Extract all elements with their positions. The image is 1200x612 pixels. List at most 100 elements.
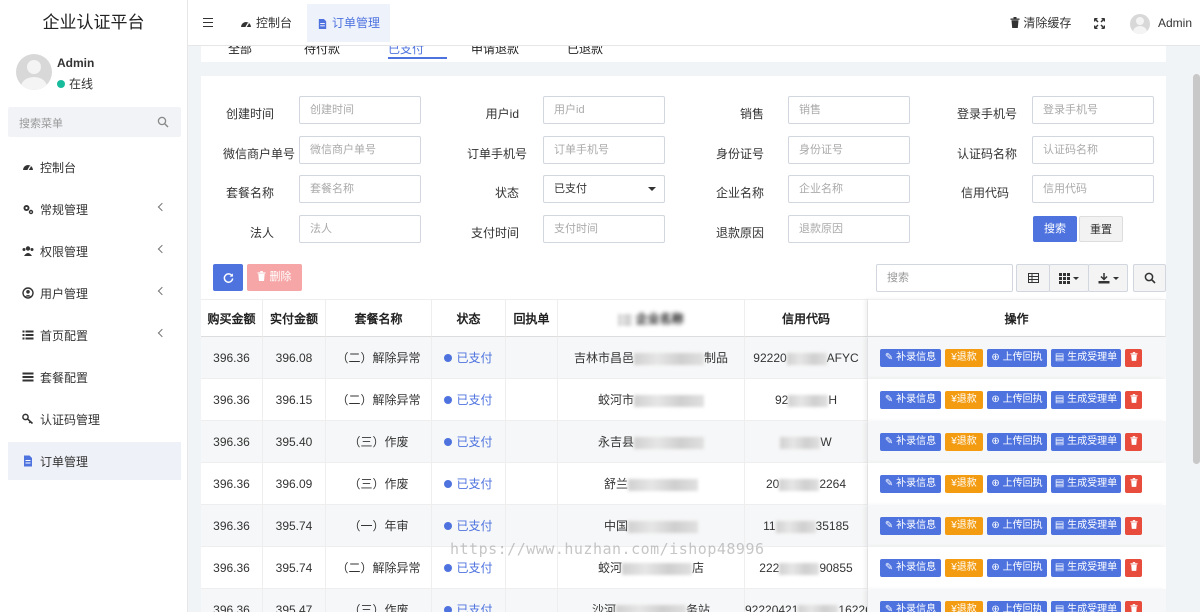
page-scrollbar[interactable] xyxy=(1193,74,1200,464)
refund-button[interactable]: ¥退款 xyxy=(945,559,983,577)
delete-row-button[interactable] xyxy=(1125,559,1142,577)
columns-button[interactable] xyxy=(1049,264,1089,292)
column-header[interactable]: 状态 xyxy=(432,299,506,337)
generate-form-button[interactable]: ▤ 生成受理单 xyxy=(1051,601,1121,612)
subtab-all[interactable]: 全部 xyxy=(228,46,252,57)
credit-code-visible: 20 xyxy=(765,477,780,491)
credit-code-visible: 92220 xyxy=(753,351,787,365)
sidebar-item-package-config[interactable]: 套餐配置 xyxy=(8,358,181,396)
toggle-view-button[interactable] xyxy=(1016,264,1050,292)
sidebar-item-users[interactable]: 用户管理 xyxy=(8,274,181,312)
upload-receipt-button[interactable]: ⊕ 上传回执 xyxy=(987,433,1047,451)
subtab-refunded[interactable]: 已退款 xyxy=(567,46,603,57)
search-button[interactable]: 搜索 xyxy=(1033,216,1077,242)
delete-row-button[interactable] xyxy=(1125,349,1142,367)
wechat-order-input[interactable] xyxy=(299,136,421,164)
trash-icon xyxy=(1010,17,1020,28)
supplement-info-button[interactable]: ✎ 补录信息 xyxy=(880,433,941,451)
company-name-input[interactable] xyxy=(788,175,910,203)
table-row[interactable]: 396.36 396.08 （二）解除异常 已支付 吉林市昌邑 制品 92220 AFYC ✎ … xyxy=(201,337,1166,379)
user-circle-icon xyxy=(22,287,34,299)
package-name-input[interactable] xyxy=(299,175,421,203)
generate-form-button[interactable]: ▤ 生成受理单 xyxy=(1051,517,1121,535)
tab-orders[interactable]: 订单管理 xyxy=(307,4,391,42)
avatar[interactable] xyxy=(1130,14,1150,34)
upload-receipt-button[interactable]: ⊕ 上传回执 xyxy=(987,349,1047,367)
delete-button[interactable]: 删除 xyxy=(247,264,302,291)
refresh-button[interactable] xyxy=(213,264,243,291)
menu-toggle-icon[interactable] xyxy=(203,18,213,27)
generate-form-button[interactable]: ▤ 生成受理单 xyxy=(1051,349,1121,367)
generate-form-button[interactable]: ▤ 生成受理单 xyxy=(1051,475,1121,493)
supplement-info-button[interactable]: ✎ 补录信息 xyxy=(880,475,941,493)
legal-person-input[interactable] xyxy=(299,215,421,243)
column-header[interactable]: 回执单 xyxy=(506,299,558,337)
delete-row-button[interactable] xyxy=(1125,433,1142,451)
column-header[interactable]: 信用代码 xyxy=(745,299,868,337)
sidebar-item-orders[interactable]: 订单管理 xyxy=(8,442,181,480)
sidebar-item-general[interactable]: 常规管理 xyxy=(8,190,181,228)
upload-receipt-button[interactable]: ⊕ 上传回执 xyxy=(987,517,1047,535)
user-id-input[interactable] xyxy=(543,96,665,124)
supplement-info-button[interactable]: ✎ 补录信息 xyxy=(880,349,941,367)
subtab-paid[interactable]: 已支付 xyxy=(388,46,424,57)
refund-button[interactable]: ¥退款 xyxy=(945,391,983,409)
table-row[interactable]: 396.36 396.09 （三）作废 已支付 舒兰 20 2264 ✎ 补录信息 ¥退款 ⊕ 上… xyxy=(201,463,1166,505)
column-header[interactable]: 购买金额 xyxy=(201,299,263,337)
receipt-cell xyxy=(506,379,558,421)
tab-dashboard[interactable]: 控制台 xyxy=(230,4,302,42)
upload-receipt-button[interactable]: ⊕ 上传回执 xyxy=(987,601,1047,612)
upload-receipt-button[interactable]: ⊕ 上传回执 xyxy=(987,391,1047,409)
delete-row-button[interactable] xyxy=(1125,517,1142,535)
sidebar-item-home-config[interactable]: 首页配置 xyxy=(8,316,181,354)
refund-button[interactable]: ¥退款 xyxy=(945,349,983,367)
export-button[interactable] xyxy=(1088,264,1128,292)
reset-button[interactable]: 重置 xyxy=(1079,216,1123,242)
status-select[interactable]: 已支付 xyxy=(543,175,665,203)
supplement-info-button[interactable]: ✎ 补录信息 xyxy=(880,601,941,612)
table-search-input[interactable] xyxy=(876,264,1013,292)
refund-reason-input[interactable] xyxy=(788,215,910,243)
delete-row-button[interactable] xyxy=(1125,391,1142,409)
topbar-user-name[interactable]: Admin xyxy=(1158,0,1192,46)
sidebar-item-cert-code[interactable]: 认证码管理 xyxy=(8,400,181,438)
upload-receipt-button[interactable]: ⊕ 上传回执 xyxy=(987,559,1047,577)
login-phone-input[interactable] xyxy=(1032,96,1154,124)
credit-code-input[interactable] xyxy=(1032,175,1154,203)
subtab-pending[interactable]: 待付款 xyxy=(304,46,340,57)
generate-form-button[interactable]: ▤ 生成受理单 xyxy=(1051,559,1121,577)
sidebar-item-dashboard[interactable]: 控制台 xyxy=(8,148,181,186)
refund-button[interactable]: ¥退款 xyxy=(945,517,983,535)
cert-code-name-input[interactable] xyxy=(1032,136,1154,164)
refund-button[interactable]: ¥退款 xyxy=(945,475,983,493)
supplement-info-button[interactable]: ✎ 补录信息 xyxy=(880,517,941,535)
id-card-input[interactable] xyxy=(788,136,910,164)
upload-receipt-button[interactable]: ⊕ 上传回执 xyxy=(987,475,1047,493)
table-row[interactable]: 396.36 395.40 （三）作废 已支付 永吉县 W ✎ 补录信息 ¥退款 ⊕ 上传回执 ▤… xyxy=(201,421,1166,463)
menu-search-input[interactable]: 搜索菜单 xyxy=(8,107,181,137)
orders-panel: 创建时间 用户id 销售 登录手机号 微信商户单号 订单手机号 身份证号 认证码… xyxy=(201,76,1166,612)
supplement-info-button[interactable]: ✎ 补录信息 xyxy=(880,559,941,577)
delete-row-button[interactable] xyxy=(1125,601,1142,612)
refund-button[interactable]: ¥退款 xyxy=(945,601,983,612)
column-header[interactable]: 实付金额 xyxy=(263,299,326,337)
table-row[interactable]: 396.36 396.15 （二）解除异常 已支付 蛟河市 92 H ✎ 补录信息 ¥退款 ⊕ 上… xyxy=(201,379,1166,421)
subtab-refund-requested[interactable]: 申请退款 xyxy=(471,46,519,57)
sidebar-item-permissions[interactable]: 权限管理 xyxy=(8,232,181,270)
advanced-search-button[interactable] xyxy=(1133,264,1166,292)
order-phone-input[interactable] xyxy=(543,136,665,164)
table-row[interactable]: 396.36395.47（三）作废已支付沙河务站922204211622CD✎ … xyxy=(201,589,1166,612)
order-status-tabs: 全部 待付款 已支付 申请退款 已退款 xyxy=(201,46,1166,62)
sales-input[interactable] xyxy=(788,96,910,124)
generate-form-button[interactable]: ▤ 生成受理单 xyxy=(1051,391,1121,409)
generate-form-button[interactable]: ▤ 生成受理单 xyxy=(1051,433,1121,451)
supplement-info-button[interactable]: ✎ 补录信息 xyxy=(880,391,941,409)
delete-row-button[interactable] xyxy=(1125,475,1142,493)
column-header[interactable]: 企业名称 xyxy=(558,299,745,337)
clear-cache-button[interactable]: 清除缓存 xyxy=(1010,0,1071,46)
fullscreen-icon[interactable] xyxy=(1094,18,1105,29)
refund-button[interactable]: ¥退款 xyxy=(945,433,983,451)
created-time-input[interactable] xyxy=(299,96,421,124)
pay-time-input[interactable] xyxy=(543,215,665,243)
column-header[interactable]: 套餐名称 xyxy=(326,299,432,337)
